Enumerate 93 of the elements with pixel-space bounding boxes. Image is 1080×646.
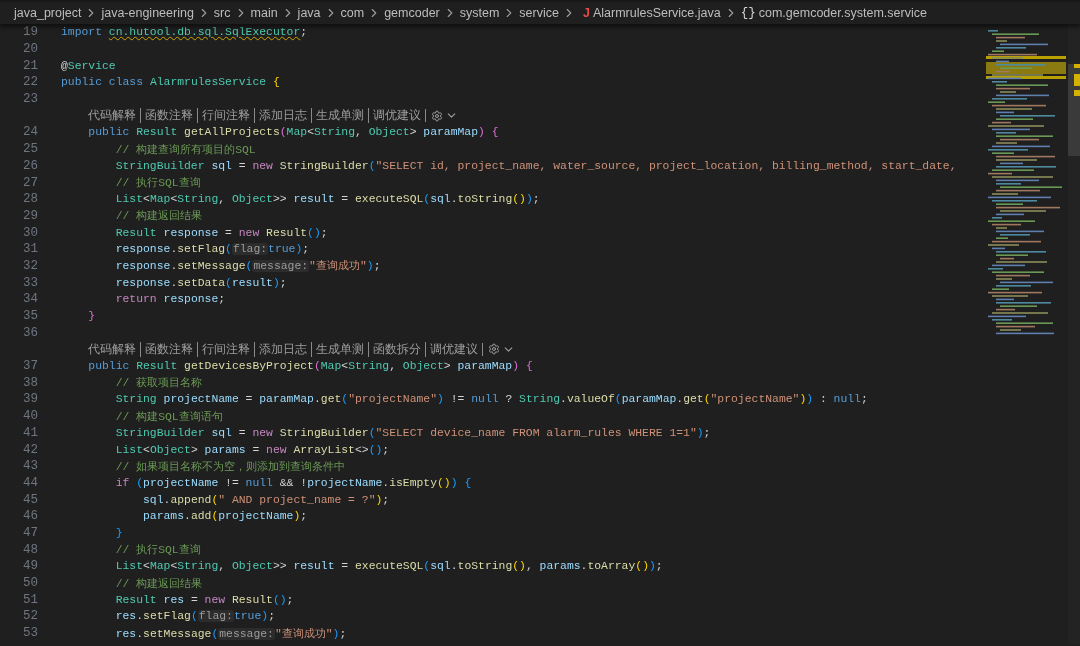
java-file-icon: J <box>582 6 590 20</box>
line-number: 33 <box>22 275 39 290</box>
code-line: public Result getAllProjects(Map<String, Object> paramMap) { <box>87 126 499 139</box>
namespace-icon: {} <box>740 6 756 20</box>
line-number: 40 <box>22 409 39 424</box>
code-line: // 构建返回结果 <box>114 576 203 591</box>
line-number: 19 <box>22 25 39 40</box>
code-line: // 执行SQL查询 <box>114 543 201 558</box>
line-number: 39 <box>22 392 39 407</box>
codelens-link[interactable]: 添加日志 <box>254 341 311 357</box>
code-line: // 执行SQL查询 <box>114 176 201 191</box>
code-line: StringBuilder sql = new StringBuilder("SELECT device_name FROM alarm_rules WHERE 1=1"); <box>114 426 711 439</box>
code-line: // 如果项目名称不为空，则添加到查询条件中 <box>114 459 346 474</box>
code-line: List<Map<String, Object>> result = executeSQL(sql.toString()); <box>114 193 540 206</box>
line-number: 48 <box>22 542 39 557</box>
line-number: 46 <box>22 509 39 524</box>
code-line: // 构建返回结果 <box>114 209 203 224</box>
code-line: Result response = new Result(); <box>114 226 328 239</box>
codelens-link[interactable]: 代码解释 <box>88 108 140 124</box>
code-line: List<Map<String, Object>> result = executeSQL(sql.toString(), params.toArray()); <box>114 560 663 573</box>
line-number: 26 <box>22 158 39 173</box>
breadcrumb-item[interactable]: gemcoder <box>384 6 440 20</box>
line-number: 45 <box>22 492 39 507</box>
code-line: response.setData(result); <box>114 276 287 289</box>
code-line: import cn.hutool.db.sql.SqlExecutor; <box>61 26 308 39</box>
codelens-link[interactable]: 调优建议 <box>368 108 425 124</box>
breadcrumb-item[interactable]: system <box>459 6 500 20</box>
line-number: 38 <box>22 375 39 390</box>
line-number: 23 <box>22 92 39 107</box>
code-line: List<Object> params = new ArrayList<>(); <box>114 443 390 456</box>
code-line: } <box>87 310 96 323</box>
line-number: 31 <box>22 242 39 257</box>
code-line: return response; <box>114 293 226 306</box>
codelens-link[interactable]: 行间注释 <box>197 341 254 357</box>
line-number: 49 <box>22 559 39 574</box>
code-line: public class AlarmrulesService { <box>61 76 280 89</box>
codelens-link[interactable]: 函数拆分 <box>368 341 425 357</box>
line-number: 30 <box>22 225 39 240</box>
code-line: // 构建查询所有项目的SQL <box>114 142 256 157</box>
line-number: 42 <box>22 442 39 457</box>
line-number: 53 <box>22 626 39 641</box>
code-line: if (projectName != null && !projectName.isEmpty()) { <box>114 476 472 489</box>
line-number: 50 <box>22 576 39 591</box>
codelens-link[interactable]: 添加日志 <box>254 108 311 124</box>
line-number: 43 <box>22 459 39 474</box>
code-line: response.setMessage(message:"查询成功"); <box>114 259 381 274</box>
line-number: 24 <box>22 125 39 140</box>
line-number: 52 <box>22 609 39 624</box>
codelens-link[interactable]: 函数注释 <box>140 341 197 357</box>
line-number: 27 <box>22 175 39 190</box>
breadcrumb-item[interactable]: service <box>519 6 559 20</box>
line-number: 28 <box>22 192 39 207</box>
code-line: res.setFlag(flag:true); <box>114 610 275 623</box>
codelens-link[interactable]: 函数注释 <box>140 108 197 124</box>
code-line: // 获取项目名称 <box>114 376 203 391</box>
breadcrumb-item[interactable]: com <box>340 6 365 20</box>
code-line: Result res = new Result(); <box>114 593 294 606</box>
line-number: 29 <box>22 208 39 223</box>
codelens-link[interactable]: 调优建议 <box>425 341 482 357</box>
breadcrumb-item[interactable]: src <box>213 6 231 20</box>
breadcrumb-item[interactable]: com.gemcoder.system.service <box>758 6 927 20</box>
line-number: 37 <box>22 359 39 374</box>
line-number: 41 <box>22 425 39 440</box>
code-line: String projectName = paramMap.get("projectName") != null ? String.valueOf(paramMap.get("projectName")) : null; <box>114 393 868 406</box>
line-number: 36 <box>22 325 39 340</box>
line-number: 35 <box>22 309 39 324</box>
line-number: 47 <box>22 525 39 540</box>
codelens-link[interactable]: 生成单测 <box>311 108 368 124</box>
breadcrumb-item[interactable]: AlarmrulesService.java <box>592 6 721 20</box>
code-line: params.add(projectName); <box>142 510 308 523</box>
line-number: 51 <box>22 592 39 607</box>
line-number: 44 <box>22 475 39 490</box>
code-line: response.setFlag(flag:true); <box>114 243 310 256</box>
line-number: 21 <box>22 58 39 73</box>
line-number: 34 <box>22 292 39 307</box>
line-number: 20 <box>22 42 39 57</box>
line-number: 32 <box>22 258 39 273</box>
code-line: public Result getDevicesByProject(Map<String, Object> paramMap) { <box>87 360 533 373</box>
code-line: StringBuilder sql = new StringBuilder("SELECT id, project_name, water_source, project_location, billing_method, start_date, <box>114 159 957 172</box>
code-line: // 构建SQL查询语句 <box>114 409 223 424</box>
codelens-link[interactable]: 生成单测 <box>311 341 368 357</box>
codelens-link[interactable]: 代码解释 <box>88 341 140 357</box>
code-line: sql.append(" AND project_name = ?"); <box>142 493 390 506</box>
line-number: 25 <box>22 142 39 157</box>
code-line: } <box>114 526 123 539</box>
code-line: res.setMessage(message:"查询成功"); <box>114 626 347 641</box>
code-line: @Service <box>61 59 116 72</box>
codelens-link[interactable]: 行间注释 <box>197 108 254 124</box>
line-number: 22 <box>22 75 39 90</box>
breadcrumb-item[interactable]: java <box>297 6 321 20</box>
breadcrumb-item[interactable]: java_project <box>14 6 82 20</box>
breadcrumb-item[interactable]: java-engineering <box>101 6 194 20</box>
breadcrumb-item[interactable]: main <box>250 6 278 20</box>
